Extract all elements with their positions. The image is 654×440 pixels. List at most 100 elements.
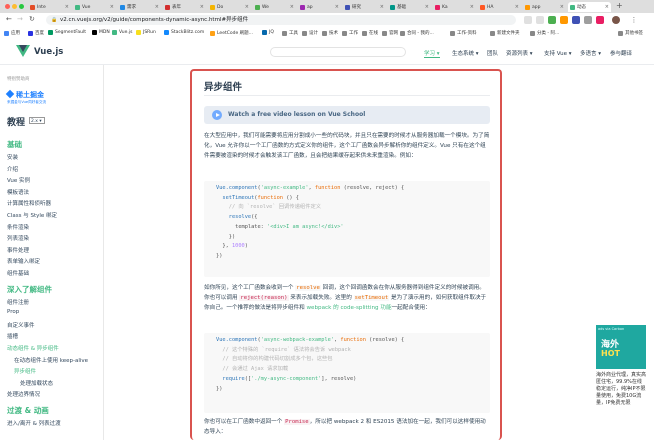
bookmark-item[interactable]: 分类 - 阿... [530,30,559,36]
close-tab-icon[interactable]: × [605,4,609,10]
bookmark-item[interactable]: SegmentFault [48,30,86,35]
extension-icon[interactable] [584,16,592,24]
webpack-code-splitting-link[interactable]: webpack 的 code-splitting 功能 [306,305,391,311]
sidebar-item[interactable]: Class 与 Style 绑定 [7,211,57,219]
nav-item[interactable]: 团队 [487,49,498,57]
close-tab-icon[interactable]: × [200,4,204,10]
close-tab-icon[interactable]: × [110,4,114,10]
browser-tab[interactable]: Vue × [73,2,116,12]
share-icon[interactable] [524,16,532,24]
browser-tab[interactable]: We × [253,2,296,12]
brand-name[interactable]: Vue.js [34,47,63,57]
close-tab-icon[interactable]: × [65,4,69,10]
version-select[interactable]: 2.x ▾ [29,117,45,124]
close-tab-icon[interactable]: × [380,4,384,10]
sidebar-item[interactable]: 在动态组件上使用 keep-alive [14,356,88,364]
bookmark-item[interactable]: MDN [92,30,110,35]
browser-tab[interactable]: 动态 × [568,2,611,12]
vue-school-banner[interactable]: Watch a free video lesson on Vue School [204,106,490,124]
bookmark-item[interactable]: JSRun [136,30,156,35]
bookmark-item[interactable]: StackBlitz.com [164,30,204,35]
browser-tab[interactable]: 表年 × [163,2,206,12]
browser-tab[interactable]: Do × [208,2,251,12]
browser-tab[interactable]: 研究 × [343,2,386,12]
sidebar-item[interactable]: 条件渲染 [7,223,29,231]
nav-item[interactable]: 支持 Vue ▾ [544,49,572,57]
sidebar-item[interactable]: 进入/离开 & 列表过渡 [7,419,61,427]
close-tab-icon[interactable]: × [425,4,429,10]
search-input[interactable] [270,47,406,57]
vue-logo-icon[interactable] [16,45,30,57]
bookmark-item[interactable]: 合同 - 我的... [400,30,434,36]
url-input[interactable]: 🔒 v2.cn.vuejs.org/v2/guide/components-dy… [46,15,516,25]
sidebar-item[interactable]: 模板语法 [7,188,29,196]
browser-tab[interactable]: 基础 × [388,2,431,12]
browser-tab[interactable]: HA × [478,2,521,12]
sidebar-item[interactable]: 组件注册 [7,298,29,306]
maximize-window-button[interactable] [19,4,24,9]
close-tab-icon[interactable]: × [335,4,339,10]
extension-icon[interactable] [572,16,580,24]
close-tab-icon[interactable]: × [470,4,474,10]
extension-icon[interactable] [596,16,604,24]
bookmark-item[interactable]: 工作 [342,30,358,36]
sidebar-item[interactable]: 自定义事件 [7,321,35,329]
bookmark-item[interactable]: 应用 [4,30,20,36]
bookmark-item[interactable]: 在线 [362,30,378,36]
sidebar-item[interactable]: Prop [7,309,19,315]
nav-item[interactable]: 生态系统 ▾ [452,49,479,57]
sidebar-item[interactable]: 动态组件 & 异步组件 [7,344,59,352]
forward-icon[interactable]: → [17,15,23,23]
sidebar-item[interactable]: 介绍 [7,165,18,173]
star-icon[interactable] [536,16,544,24]
sidebar-item[interactable]: 表单输入绑定 [7,257,40,265]
bookmark-item[interactable]: 工具 [282,30,298,36]
browser-tab[interactable]: Inte × [28,2,71,12]
browser-tab[interactable]: Ka × [433,2,476,12]
bookmark-item[interactable]: 新建文件夹 [490,30,520,36]
menu-icon[interactable]: ⋮ [630,16,638,24]
bookmark-item[interactable]: 官网 [382,30,398,36]
nav-item[interactable]: 参与翻译 [610,49,632,57]
ad-image[interactable]: ads via Carbon 海外 HOT [596,325,646,369]
back-icon[interactable]: ← [6,15,12,23]
sidebar-item[interactable]: 处理加载状态 [20,379,53,387]
bookmark-item[interactable]: 技术 [322,30,338,36]
minimize-window-button[interactable] [12,4,17,9]
sidebar-item[interactable]: 插槽 [7,332,18,340]
browser-tab[interactable]: ap × [298,2,341,12]
bookmark-item[interactable]: 工作-资料 [450,30,477,36]
new-tab-button[interactable]: + [616,1,623,10]
reload-icon[interactable]: ↻ [29,15,35,23]
sidebar-item[interactable]: Vue 实例 [7,176,30,184]
sponsor-logo[interactable]: 稀土掘金 来掘金与Vue同好者交流 [5,89,53,107]
sidebar-item[interactable]: 组件基础 [7,269,29,277]
bookmark-item[interactable]: Vue.js [112,30,132,35]
bookmark-item[interactable]: 其他书签 [618,30,643,36]
sidebar-item[interactable]: 事件处理 [7,246,29,254]
close-tab-icon[interactable]: × [290,4,294,10]
close-tab-icon[interactable]: × [515,4,519,10]
bookmark-item[interactable]: LeetCode 刷题... [210,30,253,36]
sidebar-item[interactable]: 安装 [7,153,18,161]
bookmark-item[interactable]: JQ [262,30,274,35]
avatar[interactable] [612,16,620,24]
carbon-ad[interactable]: ads via Carbon 海外 HOT 海外商业代理，真实高匿住宅，99.9… [596,325,646,435]
browser-tab[interactable]: 需求 × [118,2,161,12]
close-tab-icon[interactable]: × [155,4,159,10]
sidebar-item[interactable]: 处理边界情况 [7,390,40,398]
close-tab-icon[interactable]: × [245,4,249,10]
nav-item[interactable]: 资源列表 ▾ [506,49,533,57]
extension-icon[interactable] [548,16,556,24]
bookmark-item[interactable]: 百度 [28,30,44,36]
sidebar-item[interactable]: 计算属性和侦听器 [7,199,51,207]
nav-item[interactable]: 多语言 ▾ [580,49,601,57]
close-tab-icon[interactable]: × [560,4,564,10]
ad-text[interactable]: 海外商业代理，真实高匿住宅，99.9%在线稳定运行，纯净IP不限量使用，免费10… [596,372,646,407]
bookmark-item[interactable]: 设计 [302,30,318,36]
close-window-button[interactable] [5,4,10,9]
browser-tab[interactable]: app × [523,2,566,12]
nav-item[interactable]: 学习 ▾ [424,49,440,58]
sidebar-item[interactable]: 列表渲染 [7,234,29,242]
sidebar-item[interactable]: 异步组件 [14,367,36,375]
